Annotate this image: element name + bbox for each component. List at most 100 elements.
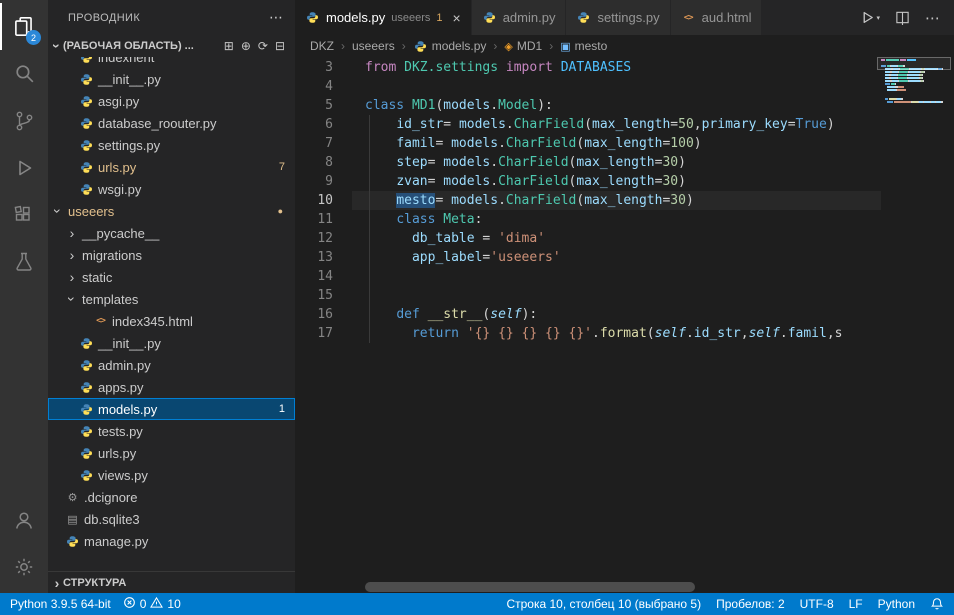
code-text: zvan= models.CharField(max_length=30) (352, 172, 686, 191)
tree-item-useeers[interactable]: ›useeers● (48, 200, 295, 222)
code-text: return '{} {} {} {} {}'.format(self.id_s… (352, 324, 843, 343)
tree-item-migrations[interactable]: ›migrations (48, 244, 295, 266)
code-line-14: 14 (295, 267, 881, 286)
modified-dot-icon: ● (278, 206, 283, 216)
warning-icon (150, 596, 163, 612)
python-file-icon (482, 11, 497, 24)
chevron-right-icon: › (51, 576, 63, 590)
python-file-icon (305, 11, 320, 24)
code-text: id_str= models.CharField(max_length=50,p… (352, 115, 835, 134)
tab-models-py[interactable]: models.pyuseeers1× (295, 0, 472, 35)
tab-directory-hint: useeers (391, 12, 430, 24)
tab-settings-py[interactable]: settings.py (566, 0, 670, 35)
close-icon[interactable]: × (453, 10, 461, 26)
eol[interactable]: LF (849, 597, 863, 611)
encoding[interactable]: UTF-8 (800, 597, 834, 611)
activity-account-icon[interactable] (0, 496, 48, 543)
explorer-toolbar: ⊞ ⊕ ⟳ ⊟ (224, 39, 295, 53)
tree-item-label: __init__.py (98, 72, 161, 87)
tab-aud-html[interactable]: <>aud.html (671, 0, 763, 35)
indent-guide (369, 115, 370, 343)
run-icon[interactable]: ▾ (860, 10, 880, 25)
outline-section-header[interactable]: › СТРУКТУРА (48, 571, 295, 593)
collapse-all-icon[interactable]: ⊟ (275, 39, 285, 53)
config-file-icon: ⚙ (65, 491, 80, 504)
class-symbol-icon: ◈ (504, 40, 512, 53)
tree-item-tests-py[interactable]: tests.py (48, 420, 295, 442)
activity-explorer-icon[interactable]: 2 (0, 3, 48, 50)
tree-item-db-sqlite3[interactable]: ▤db.sqlite3 (48, 508, 295, 530)
tree-item-indexnent[interactable]: indexnent (48, 57, 295, 68)
activity-search-icon[interactable] (0, 50, 48, 97)
tree-item-dcignore[interactable]: ⚙.dcignore (48, 486, 295, 508)
tree-item-index345-html[interactable]: <>index345.html (48, 310, 295, 332)
horizontal-scrollbar[interactable] (365, 582, 695, 592)
cursor-position[interactable]: Строка 10, столбец 10 (выбрано 5) (506, 597, 701, 611)
problems-status[interactable]: 010 (123, 596, 181, 612)
tree-item-settings-py[interactable]: settings.py (48, 134, 295, 156)
tree-item-pycache[interactable]: ›__pycache__ (48, 222, 295, 244)
tree-item-apps-py[interactable]: apps.py (48, 376, 295, 398)
activity-run-debug-icon[interactable] (0, 144, 48, 191)
tree-item-init-py[interactable]: __init__.py (48, 332, 295, 354)
activity-badge: 2 (26, 30, 41, 45)
split-editor-icon[interactable] (895, 10, 910, 25)
breadcrumb-item-md1[interactable]: ◈MD1 (504, 39, 542, 53)
activity-testing-icon[interactable] (0, 238, 48, 285)
code-text: famil= models.CharField(max_length=100) (352, 134, 702, 153)
tree-item-admin-py[interactable]: admin.py (48, 354, 295, 376)
explorer-sidebar: ПРОВОДНИК ⋯ › (РАБОЧАЯ ОБЛАСТЬ) ... ⊞⊕⟳⊟… (48, 0, 295, 593)
tree-item-label: templates (82, 292, 138, 307)
editor-area: models.pyuseeers1×admin.pysettings.py<>a… (295, 0, 954, 593)
python-file-icon (79, 95, 94, 108)
tree-item-init-py[interactable]: __init__.py (48, 68, 295, 90)
python-file-icon (79, 403, 94, 416)
error-count: 0 (140, 597, 147, 611)
tree-item-manage-py[interactable]: manage.py (48, 530, 295, 552)
code-line-16: 16 def __str__(self): (295, 305, 881, 324)
code-line-13: 13 app_label='useeers' (295, 248, 881, 267)
language-mode[interactable]: Python (878, 597, 915, 611)
tree-item-static[interactable]: ›static (48, 266, 295, 288)
tree-item-templates[interactable]: ›templates (48, 288, 295, 310)
code-line-15: 15 (295, 286, 881, 305)
tree-item-urls-py[interactable]: urls.py7 (48, 156, 295, 178)
breadcrumb-item-models-py[interactable]: models.py (413, 39, 487, 53)
code-line-17: 17 return '{} {} {} {} {}'.format(self.i… (295, 324, 881, 343)
new-file-icon[interactable]: ⊞ (224, 39, 234, 53)
tree-item-label: settings.py (98, 138, 160, 153)
tree-item-wsgi-py[interactable]: wsgi.py (48, 178, 295, 200)
minimap-slider[interactable] (877, 57, 951, 70)
tree-item-label: tests.py (98, 424, 143, 439)
tree-item-models-py[interactable]: models.py1 (48, 398, 295, 420)
chevron-right-icon: › (66, 248, 78, 262)
python-version[interactable]: Python 3.9.5 64-bit (10, 597, 111, 611)
status-bar: Python 3.9.5 64-bit 010 Строка 10, столбе… (0, 593, 954, 615)
new-folder-icon[interactable]: ⊕ (241, 39, 251, 53)
code-text: class Meta: (352, 210, 482, 229)
refresh-icon[interactable]: ⟳ (258, 39, 268, 53)
breadcrumb-item-useeers[interactable]: useeers (352, 39, 395, 53)
workspace-section-header[interactable]: › (РАБОЧАЯ ОБЛАСТЬ) ... ⊞⊕⟳⊟ (48, 35, 295, 57)
more-actions-icon[interactable]: ⋯ (925, 9, 940, 27)
code-editor[interactable]: 3from DKZ.settings import DATABASES45cla… (295, 57, 954, 593)
breadcrumb-item-mesto[interactable]: ▣mesto (560, 39, 607, 53)
activity-extensions-icon[interactable] (0, 191, 48, 238)
more-actions-icon[interactable]: ⋯ (269, 9, 283, 26)
tab-admin-py[interactable]: admin.py (472, 0, 567, 35)
code-text: step= models.CharField(max_length=30) (352, 153, 686, 172)
line-number: 13 (295, 248, 352, 267)
chevron-down-icon: › (51, 205, 65, 217)
indentation[interactable]: Пробелов: 2 (716, 597, 785, 611)
tree-item-database-roouter-py[interactable]: database_roouter.py (48, 112, 295, 134)
field-symbol-icon: ▣ (560, 40, 570, 53)
breadcrumb-label: useeers (352, 39, 395, 53)
tree-item-urls-py[interactable]: urls.py (48, 442, 295, 464)
activity-settings-icon[interactable] (0, 543, 48, 590)
activity-source-control-icon[interactable] (0, 97, 48, 144)
python-file-icon (79, 117, 94, 130)
breadcrumb-item-dkz[interactable]: DKZ (310, 39, 334, 53)
tree-item-asgi-py[interactable]: asgi.py (48, 90, 295, 112)
tree-item-views-py[interactable]: views.py (48, 464, 295, 486)
bell-icon[interactable] (930, 597, 944, 611)
